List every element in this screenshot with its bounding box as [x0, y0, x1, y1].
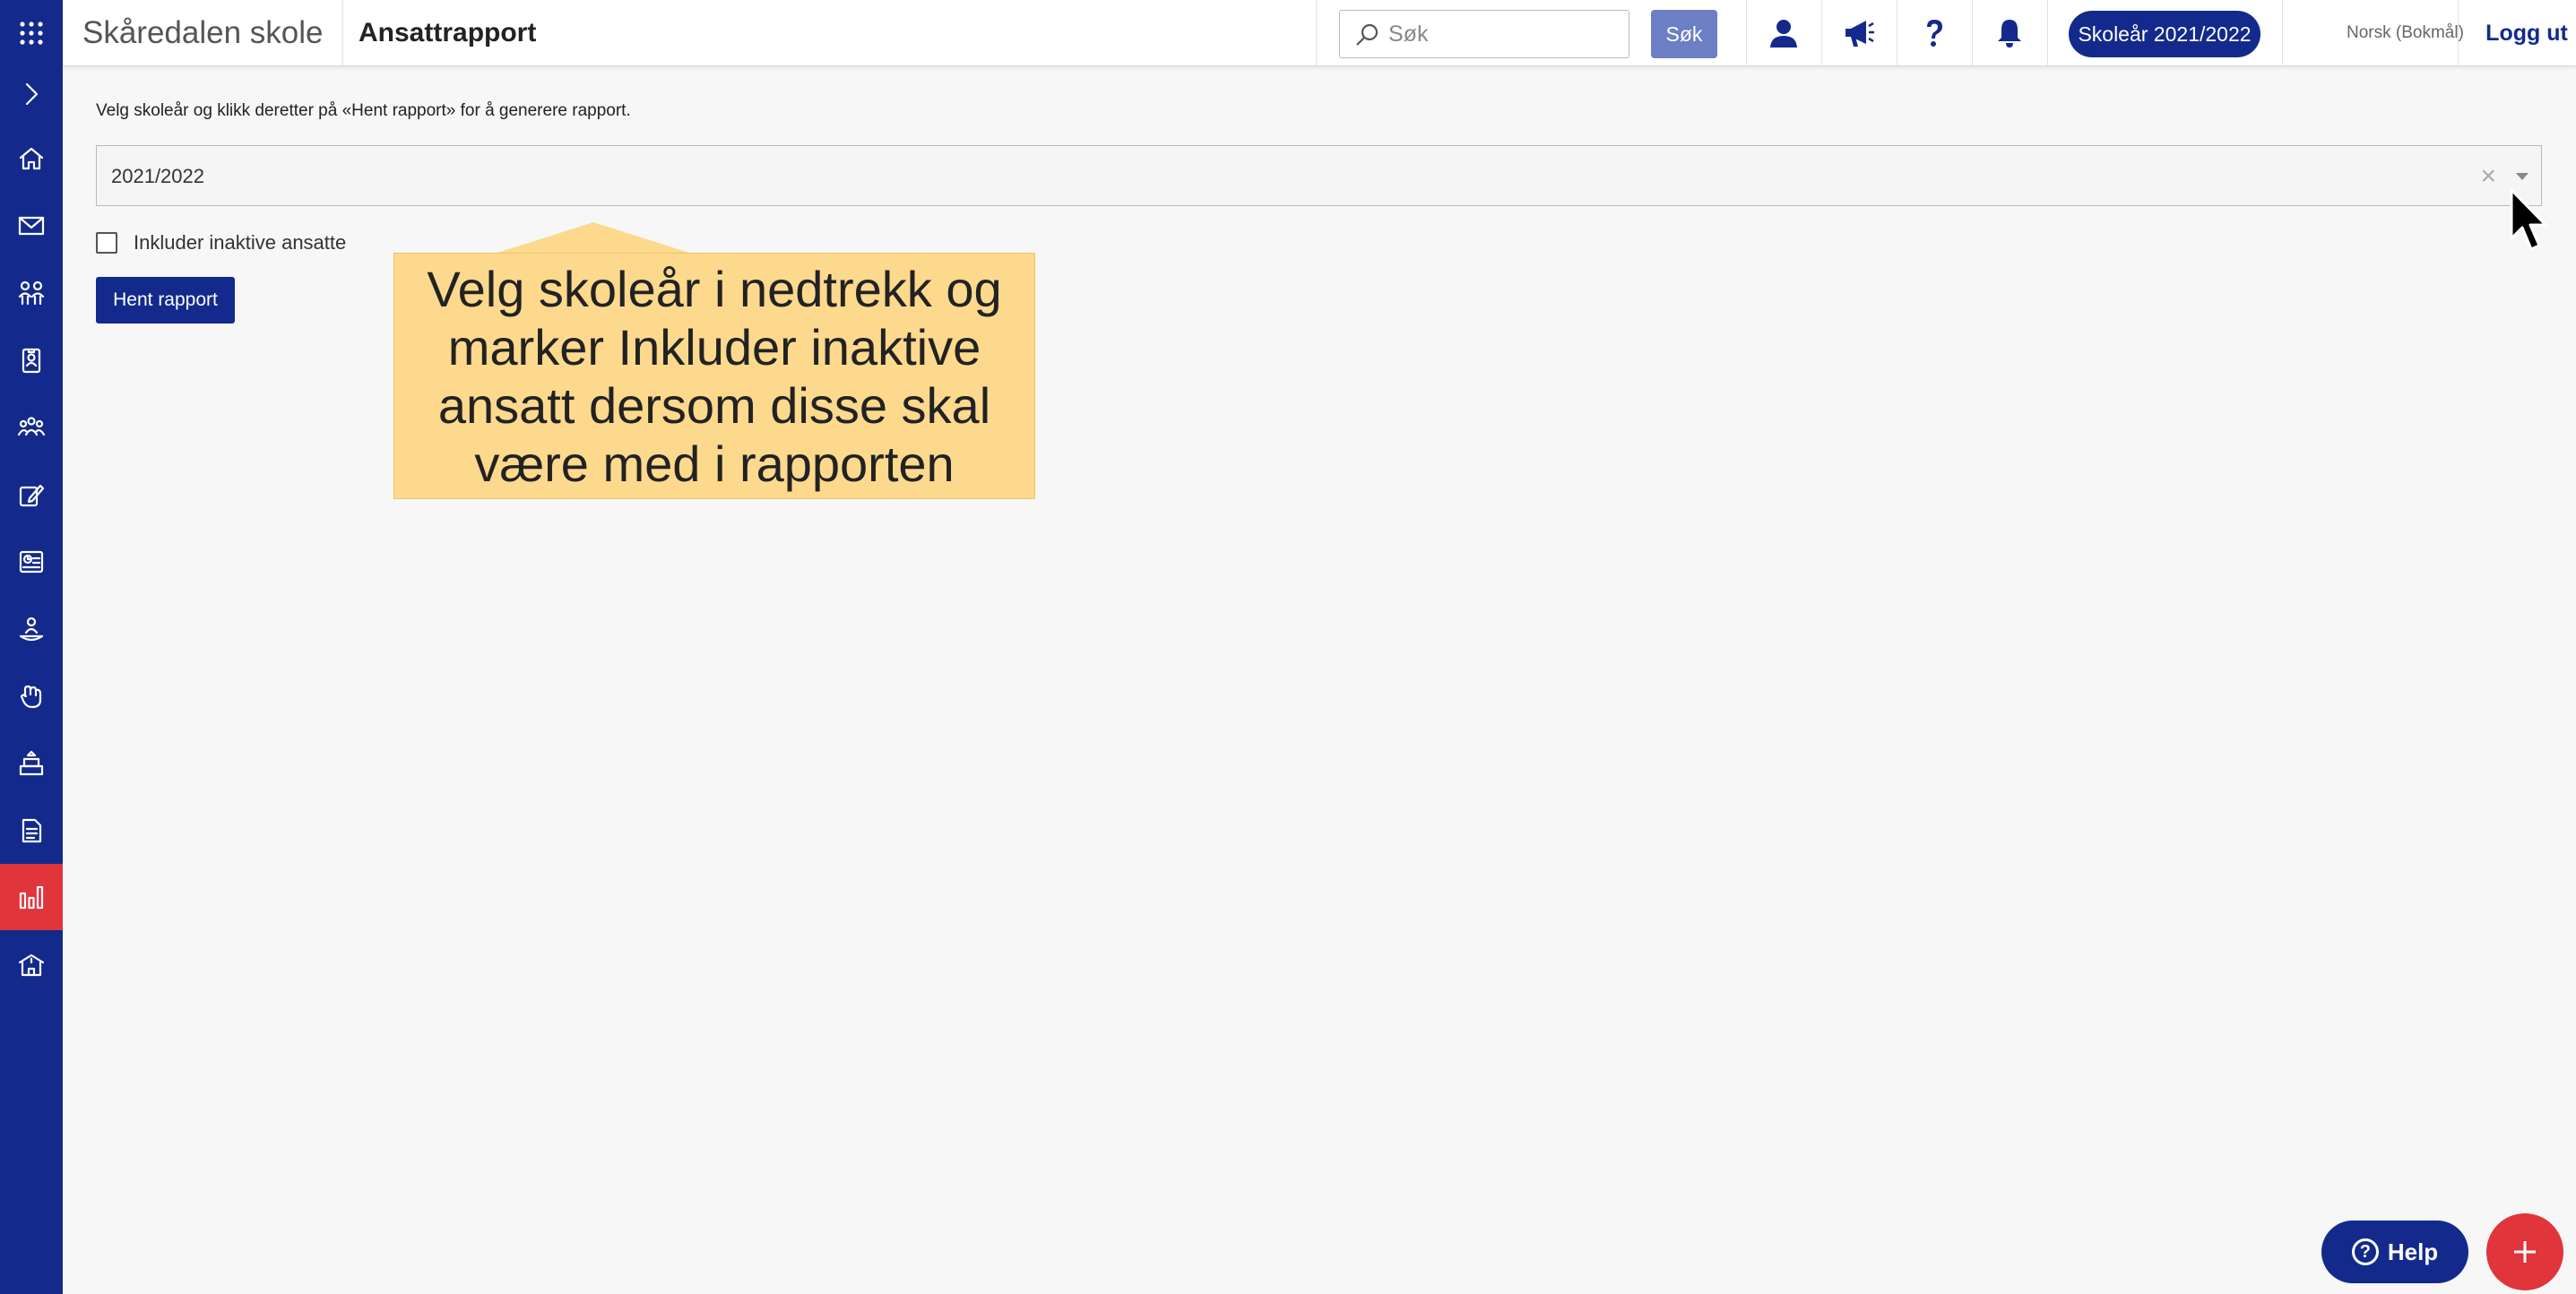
- notifications-button[interactable]: [1974, 0, 2045, 66]
- sidebar-item-reports[interactable]: [0, 864, 63, 930]
- mouse-cursor-icon: [2510, 188, 2547, 251]
- include-inactive-checkbox[interactable]: [96, 232, 117, 254]
- sidebar-item-messages[interactable]: [0, 193, 63, 259]
- divider: [342, 0, 343, 66]
- groups-icon: [17, 417, 46, 436]
- sidebar-item-support[interactable]: [0, 596, 63, 662]
- logout-link[interactable]: Logg ut: [2477, 0, 2576, 66]
- question-mark-icon: [1927, 20, 1942, 47]
- divider: [1746, 0, 1747, 66]
- mail-icon: [18, 216, 45, 236]
- search-field[interactable]: [1339, 10, 1629, 58]
- chevron-right-icon: [25, 82, 39, 106]
- divider: [2458, 0, 2459, 66]
- include-inactive-row[interactable]: Inkluder inaktive ansatte: [96, 229, 346, 256]
- help-button[interactable]: ? Help: [2321, 1221, 2468, 1283]
- badge-icon: [22, 348, 41, 374]
- schedule-icon: [19, 550, 44, 574]
- school-year-dropdown[interactable]: 2021/2022 ×: [96, 145, 2542, 206]
- sidebar-item-schedule[interactable]: [0, 529, 63, 595]
- help-center-button[interactable]: [1898, 0, 1970, 66]
- sidebar-item-badge[interactable]: [0, 327, 63, 393]
- language-selector[interactable]: Norsk (Bokmål): [2347, 0, 2464, 66]
- sidebar-item-home[interactable]: [0, 125, 63, 192]
- person-support-icon: [19, 617, 44, 642]
- page-title: Ansattrapport: [359, 18, 537, 47]
- sidebar-item-documents[interactable]: [0, 798, 63, 864]
- plus-icon: [2514, 1241, 2536, 1263]
- person-icon: [1770, 20, 1797, 47]
- edit-document-icon: [19, 484, 45, 507]
- instruction-text: Velg skoleår og klikk deretter på «Hent …: [96, 101, 631, 120]
- expand-sidebar-button[interactable]: [0, 61, 63, 127]
- bell-icon: [1998, 20, 2021, 47]
- tutorial-callout: Velg skoleår i nedtrekk og marker Inklud…: [393, 253, 1035, 499]
- divider: [1972, 0, 1973, 66]
- fetch-report-button[interactable]: Hent rapport: [96, 277, 235, 324]
- callout-pointer: [495, 222, 692, 254]
- sidebar-item-building[interactable]: [0, 730, 63, 797]
- help-icon: ?: [2351, 1238, 2379, 1265]
- divider: [1821, 0, 1822, 66]
- search-button[interactable]: Søk: [1651, 10, 1717, 58]
- include-inactive-label[interactable]: Inkluder inaktive ansatte: [134, 231, 346, 254]
- divider: [1316, 0, 1317, 66]
- sidebar-item-assessment[interactable]: [0, 462, 63, 528]
- sidebar-item-groups[interactable]: [0, 394, 63, 461]
- apps-grid-button[interactable]: [0, 0, 63, 66]
- building-icon: [19, 750, 44, 776]
- sidebar-item-hand[interactable]: [0, 663, 63, 729]
- home-icon: [19, 147, 44, 170]
- school-name: Skåredalen skole: [82, 15, 324, 50]
- sidebar: [0, 0, 63, 1294]
- megaphone-icon: [1846, 21, 1874, 47]
- search-input[interactable]: [1388, 18, 1621, 50]
- announcements-button[interactable]: [1823, 0, 1895, 66]
- sidebar-item-people[interactable]: [0, 260, 63, 326]
- chevron-down-icon[interactable]: [2516, 173, 2528, 180]
- selected-year: 2021/2022: [111, 165, 204, 187]
- document-icon: [22, 818, 42, 843]
- add-button[interactable]: [2486, 1213, 2563, 1290]
- school-icon: [18, 953, 45, 977]
- hand-icon: [20, 685, 42, 709]
- divider: [2047, 0, 2048, 66]
- top-bar: Skåredalen skole Ansattrapport Søk Skole…: [63, 0, 2576, 66]
- bar-chart-icon: [19, 885, 44, 910]
- search-icon: [1356, 23, 1379, 46]
- help-label: Help: [2387, 1238, 2439, 1265]
- clear-icon[interactable]: ×: [2480, 146, 2496, 207]
- sidebar-item-school[interactable]: [0, 931, 63, 997]
- apps-grid-icon: [20, 22, 43, 45]
- people-icon: [18, 280, 45, 306]
- divider: [2282, 0, 2283, 66]
- profile-button[interactable]: [1748, 0, 1820, 66]
- school-year-selector[interactable]: Skoleår 2021/2022: [2069, 11, 2260, 57]
